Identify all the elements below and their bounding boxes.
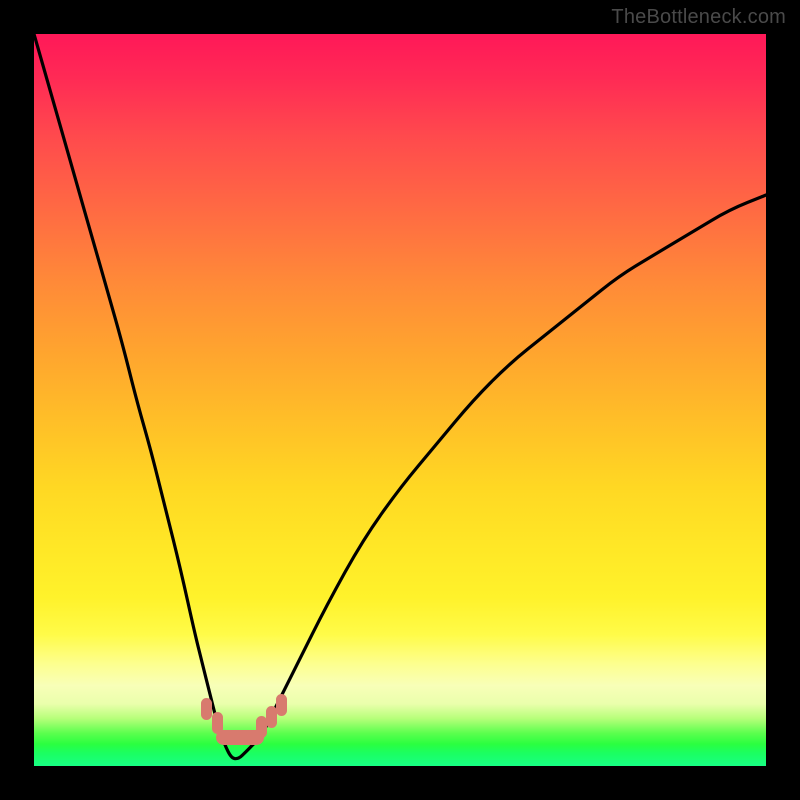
plot-area bbox=[34, 34, 766, 766]
chart-frame: TheBottleneck.com bbox=[0, 0, 800, 800]
valley-tick bbox=[276, 694, 287, 716]
watermark-text: TheBottleneck.com bbox=[611, 6, 786, 29]
valley-ticks-group bbox=[34, 34, 766, 766]
valley-tick bbox=[201, 698, 212, 720]
